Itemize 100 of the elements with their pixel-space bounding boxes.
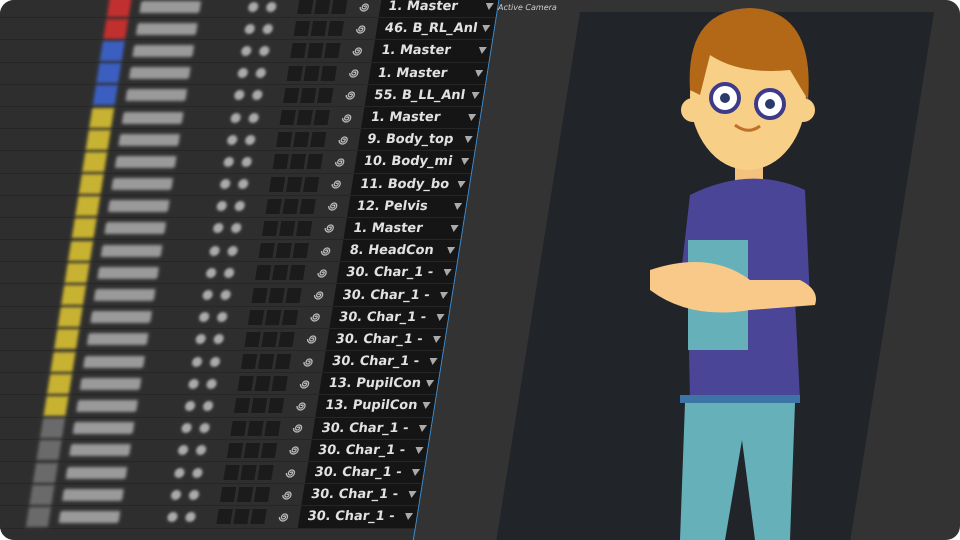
spiral-icon[interactable] <box>280 488 294 501</box>
switch-icon[interactable] <box>258 46 270 56</box>
spiral-icon[interactable] <box>290 422 304 434</box>
label-swatch[interactable] <box>47 374 72 394</box>
label-swatch[interactable] <box>78 174 104 194</box>
spiral-icon[interactable] <box>308 311 322 324</box>
switch-icon[interactable] <box>191 356 203 367</box>
parent-dropdown[interactable]: 30. Char_1 - <box>336 262 457 284</box>
switch-icon[interactable] <box>188 378 200 389</box>
switch-icon[interactable] <box>194 334 206 344</box>
label-swatch[interactable] <box>82 152 108 172</box>
parent-dropdown[interactable]: 30. Char_1 - <box>308 440 429 461</box>
parent-dropdown[interactable]: 1. Master <box>344 218 464 240</box>
parent-dropdown[interactable]: 1. Master <box>372 40 492 62</box>
switch-icon[interactable] <box>248 112 260 123</box>
spiral-icon[interactable] <box>298 378 312 390</box>
label-swatch[interactable] <box>96 63 122 84</box>
switch-icon[interactable] <box>205 268 217 278</box>
label-swatch[interactable] <box>89 108 114 128</box>
spiral-icon[interactable] <box>326 200 340 212</box>
switch-icon[interactable] <box>220 290 232 300</box>
label-swatch[interactable] <box>29 484 55 505</box>
label-swatch[interactable] <box>32 462 58 483</box>
parent-dropdown[interactable]: 12. Pelvis <box>347 196 468 217</box>
spiral-icon[interactable] <box>329 178 344 190</box>
spiral-icon[interactable] <box>276 510 290 523</box>
label-swatch[interactable] <box>61 285 86 306</box>
switch-icon[interactable] <box>226 134 238 145</box>
label-swatch[interactable] <box>43 396 69 416</box>
switch-icon[interactable] <box>198 312 210 322</box>
parent-dropdown[interactable]: 11. Body_bo <box>350 174 471 195</box>
label-swatch[interactable] <box>72 218 97 238</box>
spiral-icon[interactable] <box>346 67 361 80</box>
parent-dropdown[interactable]: 55. B_LL_Anl <box>364 84 485 106</box>
parent-dropdown[interactable]: 13. PupilCon <box>315 395 436 417</box>
switch-icon[interactable] <box>180 423 192 434</box>
parent-dropdown[interactable]: 30. Char_1 - <box>312 418 432 439</box>
switch-icon[interactable] <box>234 201 246 212</box>
spiral-icon[interactable] <box>332 156 347 168</box>
spiral-icon[interactable] <box>336 134 350 146</box>
spiral-icon[interactable] <box>294 400 308 412</box>
parent-dropdown[interactable]: 30. Char_1 - <box>298 506 418 528</box>
switch-icon[interactable] <box>208 246 220 256</box>
label-swatch[interactable] <box>68 240 94 261</box>
parent-dropdown[interactable]: 30. Char_1 - <box>332 284 454 306</box>
spiral-icon[interactable] <box>284 466 298 479</box>
parent-dropdown[interactable]: 8. HeadCon <box>340 240 460 262</box>
switch-icon[interactable] <box>244 24 256 34</box>
switch-icon[interactable] <box>237 68 249 78</box>
switch-icon[interactable] <box>219 179 231 190</box>
label-swatch[interactable] <box>86 130 111 150</box>
parent-dropdown[interactable]: 1. Master <box>361 106 482 128</box>
switch-icon[interactable] <box>230 223 242 234</box>
parent-dropdown[interactable]: 9. Body_top <box>358 129 478 150</box>
switch-icon[interactable] <box>226 246 238 256</box>
spiral-icon[interactable] <box>340 112 354 124</box>
label-swatch[interactable] <box>54 329 80 350</box>
label-swatch[interactable] <box>58 307 83 328</box>
parent-dropdown[interactable]: 30. Char_1 - <box>329 306 450 328</box>
switch-icon[interactable] <box>222 156 235 167</box>
label-swatch[interactable] <box>36 440 62 460</box>
switch-icon[interactable] <box>244 134 256 145</box>
switch-icon[interactable] <box>216 201 228 212</box>
spiral-icon[interactable] <box>301 356 316 368</box>
switch-icon[interactable] <box>174 468 186 478</box>
label-swatch[interactable] <box>103 18 128 39</box>
spiral-icon[interactable] <box>350 44 364 57</box>
switch-icon[interactable] <box>192 468 204 478</box>
switch-icon[interactable] <box>212 334 224 344</box>
parent-dropdown[interactable]: 30. Char_1 - <box>301 484 422 506</box>
switch-icon[interactable] <box>216 312 228 322</box>
switch-icon[interactable] <box>177 445 189 456</box>
switch-icon[interactable] <box>212 223 224 234</box>
spiral-icon[interactable] <box>315 266 330 279</box>
switch-icon[interactable] <box>188 490 200 500</box>
switch-icon[interactable] <box>206 378 218 389</box>
spiral-icon[interactable] <box>318 244 333 257</box>
spiral-icon[interactable] <box>354 22 368 35</box>
parent-dropdown[interactable]: 30. Char_1 - <box>326 328 446 350</box>
switch-icon[interactable] <box>251 90 264 100</box>
switch-icon[interactable] <box>202 290 214 300</box>
parent-dropdown[interactable]: 13. PupilCon <box>318 373 440 394</box>
parent-dropdown[interactable]: 10. Body_mi <box>354 151 474 172</box>
label-swatch[interactable] <box>92 85 118 106</box>
label-swatch[interactable] <box>75 196 100 216</box>
switch-icon[interactable] <box>233 90 246 100</box>
switch-icon[interactable] <box>240 156 253 167</box>
switch-icon[interactable] <box>184 512 196 522</box>
switch-icon[interactable] <box>209 356 221 367</box>
spiral-icon[interactable] <box>322 222 336 234</box>
label-swatch[interactable] <box>64 262 90 283</box>
spiral-icon[interactable] <box>357 0 372 13</box>
label-swatch[interactable] <box>50 352 76 372</box>
parent-dropdown[interactable]: 30. Char_1 - <box>322 351 443 372</box>
switch-icon[interactable] <box>195 445 207 456</box>
parent-dropdown[interactable]: 30. Char_1 - <box>304 462 426 484</box>
label-swatch[interactable] <box>106 0 132 17</box>
switch-icon[interactable] <box>223 268 235 278</box>
spiral-icon[interactable] <box>312 289 326 302</box>
label-swatch[interactable] <box>100 40 125 61</box>
